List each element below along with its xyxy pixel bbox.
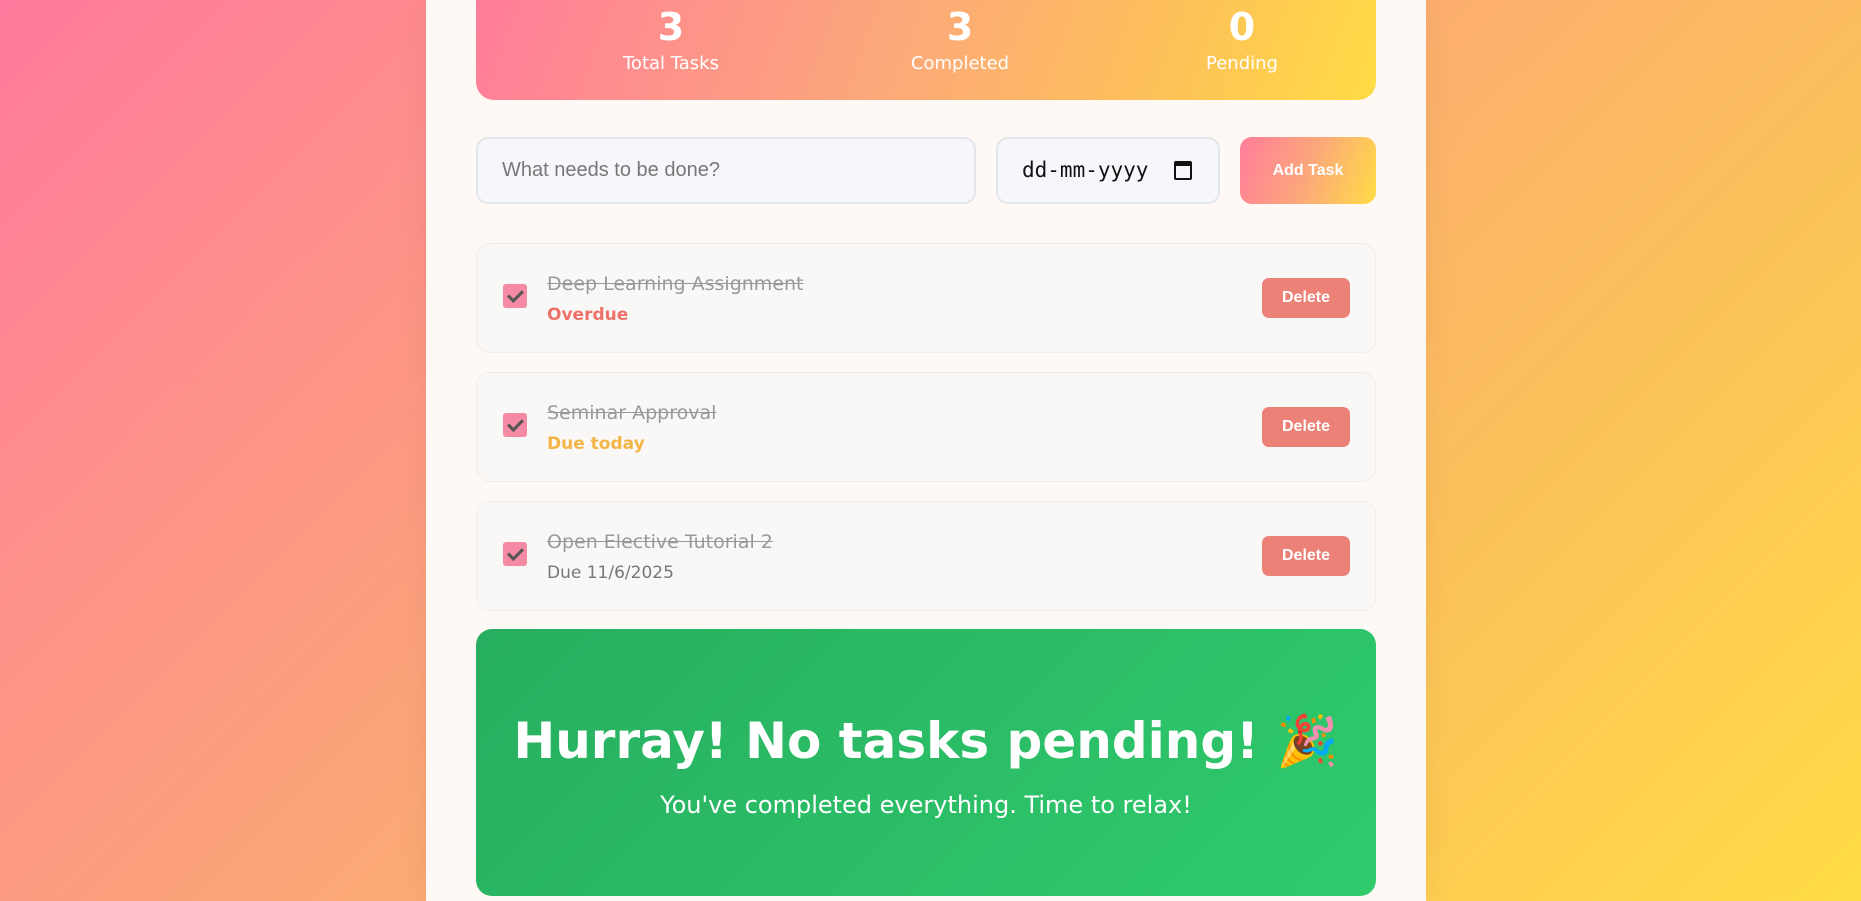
- pending-label: Pending: [1206, 53, 1278, 74]
- delete-button[interactable]: Delete: [1262, 278, 1350, 318]
- stat-completed: 3 Completed: [860, 2, 1060, 76]
- stats-header: 3 Total Tasks 3 Completed 0 Pending: [476, 0, 1376, 100]
- task-due-status: Due 11/6/2025: [547, 563, 674, 583]
- task-checkbox[interactable]: [503, 542, 527, 566]
- date-placeholder: dd-mm-yyyy: [1022, 158, 1149, 182]
- task-input[interactable]: [476, 137, 976, 204]
- stat-total: 3 Total Tasks: [571, 2, 771, 76]
- calendar-icon[interactable]: [1174, 161, 1192, 180]
- date-input[interactable]: dd-mm-yyyy: [996, 137, 1220, 204]
- task-checkbox[interactable]: [503, 284, 527, 308]
- add-task-button[interactable]: Add Task: [1240, 137, 1376, 204]
- delete-button[interactable]: Delete: [1262, 407, 1350, 447]
- total-count: 3: [657, 5, 685, 49]
- total-label: Total Tasks: [623, 53, 719, 74]
- task-item: Deep Learning Assignment Overdue Delete: [476, 243, 1376, 353]
- task-due-status: Overdue: [547, 305, 629, 325]
- all-done-banner: Hurray! No tasks pending! 🎉 You've compl…: [476, 629, 1376, 896]
- stat-pending: 0 Pending: [1142, 2, 1342, 76]
- delete-button[interactable]: Delete: [1262, 536, 1350, 576]
- completed-label: Completed: [910, 53, 1010, 74]
- banner-subtitle: You've completed everything. Time to rel…: [660, 791, 1192, 819]
- task-item: Seminar Approval Due today Delete: [476, 372, 1376, 482]
- task-checkbox[interactable]: [503, 413, 527, 437]
- banner-title: Hurray! No tasks pending! 🎉: [513, 712, 1339, 770]
- pending-count: 0: [1228, 5, 1256, 49]
- task-title: Open Elective Tutorial 2: [547, 531, 773, 553]
- task-due-status: Due today: [547, 434, 645, 454]
- task-title: Seminar Approval: [547, 402, 717, 424]
- task-title: Deep Learning Assignment: [547, 273, 804, 295]
- completed-count: 3: [946, 5, 974, 49]
- task-item: Open Elective Tutorial 2 Due 11/6/2025 D…: [476, 501, 1376, 611]
- todo-card: 3 Total Tasks 3 Completed 0 Pending dd-m…: [426, 0, 1426, 901]
